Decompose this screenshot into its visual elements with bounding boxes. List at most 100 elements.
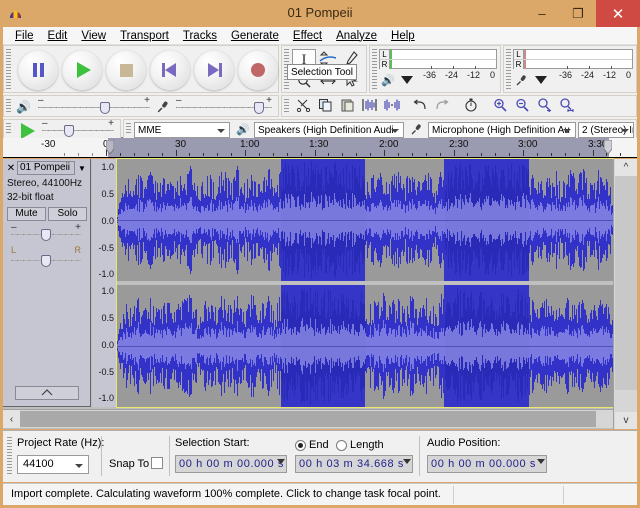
timeline-ruler[interactable]: -30 0 30 1:00 1:30 2:00 2:30 3:00 3:30	[3, 138, 637, 158]
fit-selection-button[interactable]	[533, 97, 555, 116]
horizontal-scrollbar[interactable]: ‹	[3, 409, 613, 428]
transport-toolbar-grip[interactable]	[6, 49, 11, 89]
input-volume-slider[interactable]: – +	[176, 95, 272, 114]
project-rate-select[interactable]: 44100	[17, 455, 89, 474]
silence-audio-button[interactable]	[380, 97, 402, 116]
input-tick--36: -36	[559, 70, 573, 80]
output-meter-bars[interactable]: L R	[379, 49, 497, 69]
menu-transport-label: Transport	[120, 29, 169, 42]
ruler-post-region	[609, 138, 637, 157]
vruler-right-0-5: 0.5	[101, 313, 114, 323]
device-toolbar-grip[interactable]	[126, 123, 131, 135]
play-button[interactable]	[62, 50, 102, 90]
status-bar[interactable]: Import complete. Calculating waveform 10…	[3, 483, 637, 505]
input-meter-left-label: L	[514, 50, 524, 59]
output-tick-0: 0	[490, 70, 496, 80]
input-volume-thumb[interactable]	[254, 102, 264, 114]
selection-end-value: 00 h 03 m 34.668 s	[299, 458, 404, 470]
play-speed-thumb[interactable]	[64, 125, 74, 137]
selection-toolbar-grip[interactable]	[7, 437, 12, 474]
menu-effect[interactable]: Effect	[286, 29, 329, 43]
sync-lock-button[interactable]	[460, 97, 482, 116]
pause-button[interactable]	[18, 50, 58, 90]
play-speed-grip[interactable]	[6, 123, 11, 135]
input-meter-bars[interactable]: L R	[513, 49, 633, 69]
chevron-down-icon[interactable]: ▼	[75, 164, 89, 173]
output-device-select[interactable]: Speakers (High Definition Audi	[254, 122, 404, 138]
scroll-up-button[interactable]: ^	[615, 159, 637, 176]
vertical-scroll-thumb[interactable]	[615, 176, 637, 390]
output-volume-slider[interactable]: – +	[38, 95, 150, 114]
selection-start-spinner[interactable]	[277, 459, 285, 464]
menu-edit-label: Edit	[47, 29, 68, 42]
menu-file[interactable]: File	[8, 29, 41, 43]
speaker-icon: 🔊	[236, 124, 250, 136]
fit-project-button[interactable]	[555, 97, 577, 116]
track-close-button[interactable]: ✕	[5, 163, 17, 174]
copy-button[interactable]	[314, 97, 336, 116]
track-name-label[interactable]: 01 Pompeii	[17, 161, 75, 175]
mixer-toolbar-grip[interactable]	[6, 99, 11, 113]
selection-end-field[interactable]: 00 h 03 m 34.668 s	[295, 455, 413, 473]
output-meter-menu-button[interactable]	[401, 76, 413, 84]
input-channels-select[interactable]: 2 (Stereo) Input C	[578, 122, 634, 138]
selection-start-field[interactable]: 00 h 00 m 00.000 s	[175, 455, 287, 473]
title-bar: 01 Pompeii – ❐ ✕	[0, 0, 640, 27]
audio-position-spinner[interactable]	[537, 459, 545, 464]
output-volume-thumb[interactable]	[100, 102, 110, 114]
menu-edit[interactable]: Edit	[41, 29, 75, 43]
redo-arrow-icon	[434, 99, 450, 115]
close-button[interactable]: ✕	[596, 0, 640, 27]
transport-toolbar	[3, 45, 279, 93]
end-radio[interactable]	[295, 440, 306, 451]
stop-button[interactable]	[106, 50, 146, 90]
cut-button[interactable]	[292, 97, 314, 116]
zoom-in-button[interactable]	[489, 97, 511, 116]
scroll-down-button[interactable]: v	[615, 412, 637, 429]
menu-help[interactable]: Help	[384, 29, 422, 43]
window-controls: – ❐ ✕	[524, 0, 640, 27]
record-button[interactable]	[238, 50, 278, 90]
menu-view[interactable]: View	[74, 29, 113, 43]
play-at-speed-button[interactable]	[21, 123, 35, 139]
audio-position-field[interactable]: 00 h 00 m 00.000 s	[427, 455, 547, 473]
menu-generate[interactable]: Generate	[224, 29, 286, 43]
track-pan-slider[interactable]	[11, 253, 81, 267]
edit-toolbar-grip[interactable]	[284, 99, 289, 113]
undo-button[interactable]	[409, 97, 431, 116]
track-control-panel[interactable]: ✕ 01 Pompeii ▼ Stereo, 44100Hz 32-bit fl…	[3, 159, 91, 407]
vertical-scrollbar[interactable]: ^ v	[613, 159, 637, 429]
track-resize-handle[interactable]	[15, 386, 79, 400]
zoom-out-button[interactable]	[511, 97, 533, 116]
trim-audio-button[interactable]	[358, 97, 380, 116]
skip-to-start-button[interactable]	[150, 50, 190, 90]
selection-start-value: 00 h 00 m 00.000 s	[179, 458, 284, 470]
solo-button[interactable]: Solo	[48, 207, 87, 221]
scroll-left-button[interactable]: ‹	[3, 410, 20, 428]
selection-end-spinner[interactable]	[403, 459, 411, 464]
input-meter-grip[interactable]	[506, 49, 511, 89]
track-pan-thumb[interactable]	[41, 255, 51, 267]
redo-button[interactable]	[431, 97, 453, 116]
input-meter-menu-button[interactable]	[535, 76, 547, 84]
play-speed-slider[interactable]: – +	[42, 118, 114, 137]
paste-button[interactable]	[336, 97, 358, 116]
audio-host-select[interactable]: MME	[134, 122, 230, 138]
input-device-select[interactable]: Microphone (High Definition Au	[428, 122, 576, 138]
track-gain-slider[interactable]: – +	[11, 222, 81, 241]
maximize-button[interactable]: ❐	[560, 0, 596, 27]
menu-analyze-label: Analyze	[336, 29, 378, 42]
menu-analyze[interactable]: Analyze	[329, 29, 384, 43]
length-radio[interactable]	[336, 440, 347, 451]
skip-to-end-button[interactable]	[194, 50, 234, 90]
mute-button[interactable]: Mute	[7, 207, 46, 221]
horizontal-scroll-thumb[interactable]	[20, 411, 596, 427]
snap-to-checkbox[interactable]	[151, 457, 163, 469]
output-meter-grip[interactable]	[372, 49, 377, 89]
minimize-button[interactable]: –	[524, 0, 560, 27]
selection-toolbar: Project Rate (Hz): 44100 Snap To Selecti…	[3, 430, 637, 482]
skip-start-icon	[162, 63, 178, 77]
track-gain-thumb[interactable]	[41, 229, 51, 241]
menu-transport[interactable]: Transport	[113, 29, 176, 43]
menu-tracks[interactable]: Tracks	[176, 29, 224, 43]
